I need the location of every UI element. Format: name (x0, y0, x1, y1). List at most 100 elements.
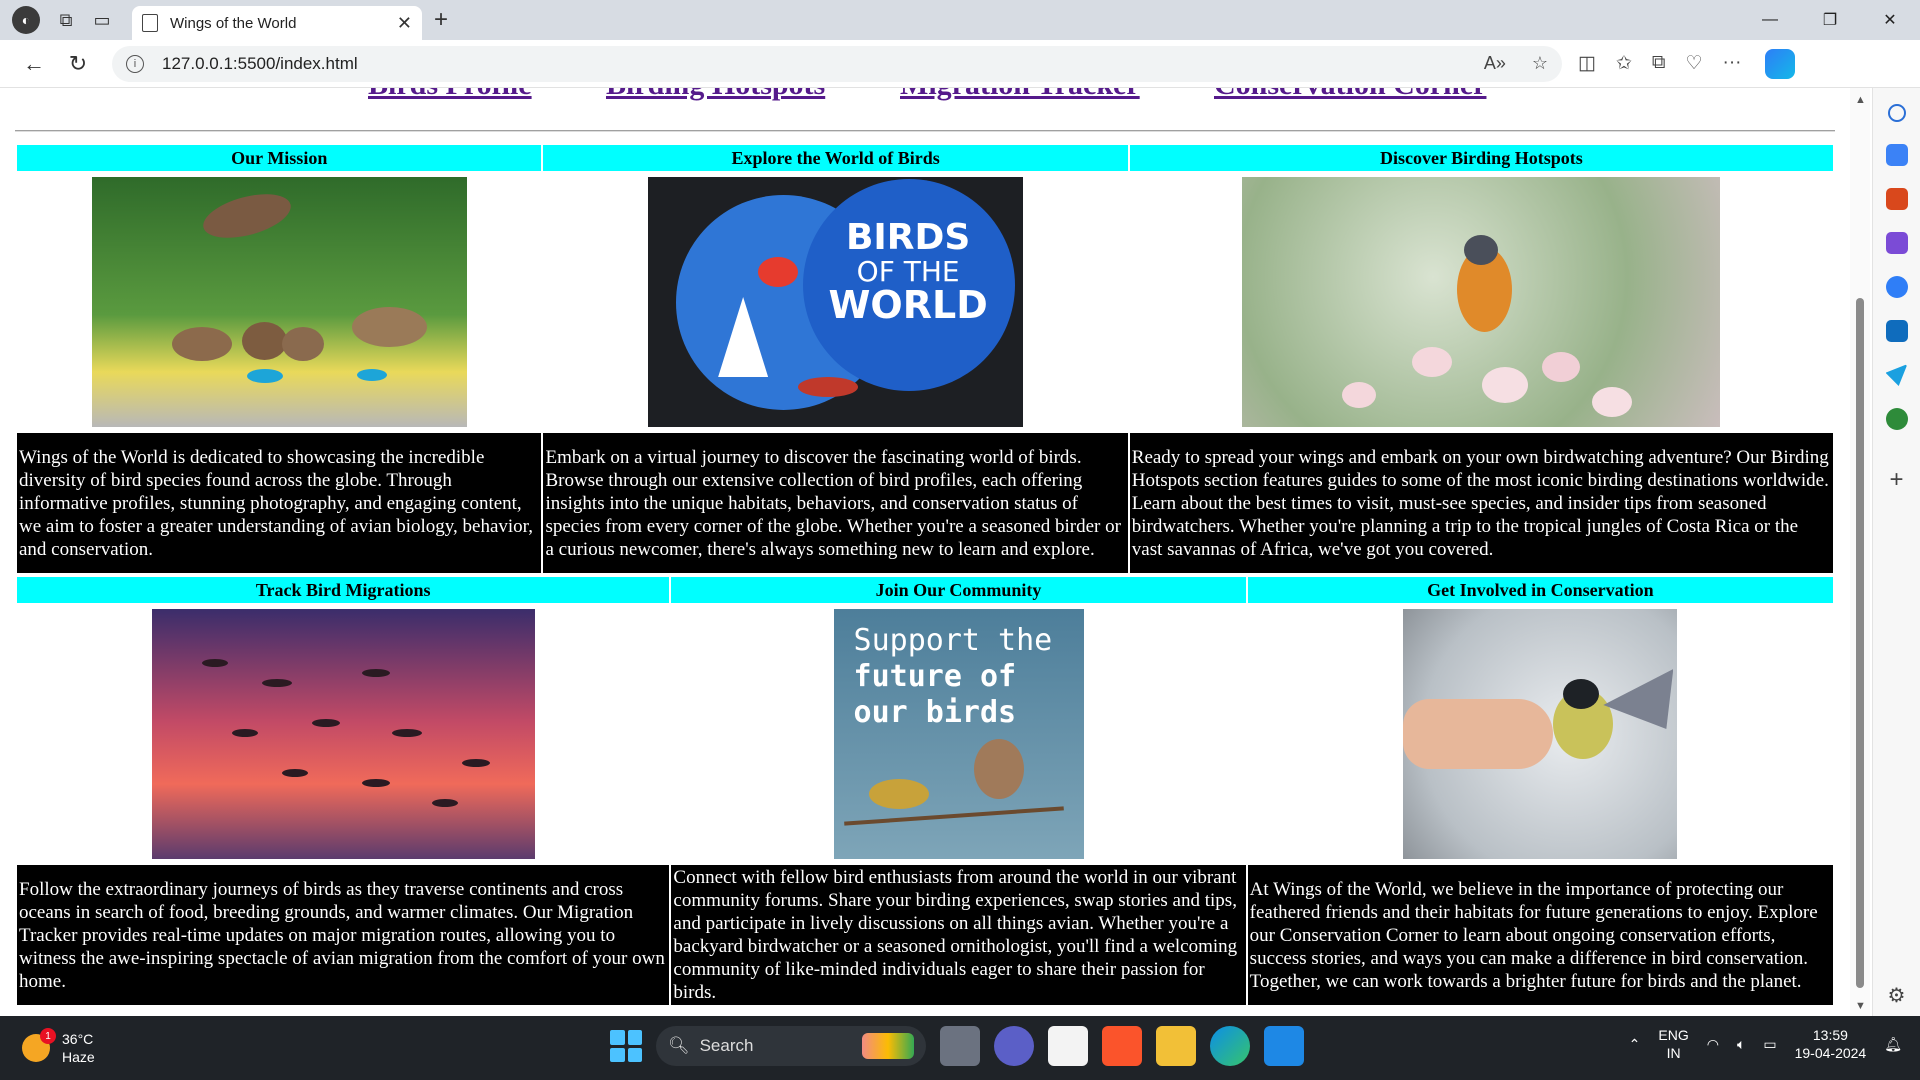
favorites-icon[interactable]: ✩ (1616, 52, 1632, 75)
sidebar-settings-icon[interactable]: ⚙ (1888, 983, 1906, 1008)
section-heading-conservation: Get Involved in Conservation (1247, 577, 1833, 603)
address-toolbar: ← ↻ i 127.0.0.1:5500/index.html A» ☆ ◫ ✩… (0, 40, 1920, 88)
page-scrollbar[interactable]: ▲ ▼ (1850, 88, 1870, 1016)
clock[interactable]: 13:59 19-04-2024 (1795, 1026, 1867, 1062)
nav-link-birds-profile[interactable]: Birds Profile (368, 88, 532, 102)
lang-top: ENG (1658, 1027, 1689, 1043)
redstart-blossom-image (1242, 177, 1721, 427)
sidebar-games-icon[interactable] (1885, 232, 1908, 254)
split-screen-icon[interactable]: ◫ (1578, 52, 1596, 75)
page-icon (142, 14, 158, 32)
section-heading-hotspots: Discover Birding Hotspots (1129, 145, 1833, 171)
support-line-3: our birds (853, 695, 1017, 730)
section-text-mission: Wings of the World is dedicated to showc… (17, 433, 542, 573)
tab-close-button[interactable]: ✕ (397, 13, 412, 34)
divider (15, 130, 1835, 132)
migrating-geese-image (151, 609, 535, 859)
section-heading-explore: Explore the World of Birds (543, 145, 1128, 171)
support-image-text: Support the future of our birds (854, 623, 1053, 731)
profile-avatar[interactable]: ◐ (12, 6, 40, 34)
birds-of-the-world-logo-image: BIRDS OF THE WORLD (648, 177, 1024, 427)
battery-icon[interactable]: ▭ (1763, 1036, 1776, 1053)
nav-link-conservation-corner[interactable]: Conservation Corner (1214, 88, 1486, 102)
browser-tab[interactable]: Wings of the World ✕ (132, 6, 422, 40)
page-viewport: Birds Profile Birding Hotspots Migration… (0, 88, 1850, 1016)
volume-icon[interactable]: 🔈︎ (1737, 1036, 1745, 1053)
vscode-icon[interactable] (1264, 1026, 1304, 1066)
url-text[interactable]: 127.0.0.1:5500/index.html (162, 54, 1484, 74)
notification-bell-icon[interactable]: 🔔︎ (1884, 1036, 1902, 1053)
taskbar-search[interactable]: 🔍︎ Search (656, 1026, 926, 1066)
weather-temp: 36°C (62, 1031, 94, 1047)
site-info-icon[interactable]: i (126, 54, 144, 73)
sections-table-row2: Track Bird Migrations Join Our Community… (15, 575, 1835, 1007)
sidebar-outlook-icon[interactable] (1885, 320, 1908, 342)
section-text-migrations: Follow the extraordinary journeys of bir… (17, 865, 670, 1005)
section-heading-mission: Our Mission (17, 145, 542, 171)
browser-tab-bar: ◐ ⧉ ▭ Wings of the World ✕ + — ❐ ✕ (0, 0, 1920, 40)
start-button[interactable] (610, 1030, 642, 1062)
sidebar-search-icon[interactable] (1887, 104, 1906, 122)
section-text-community: Connect with fellow bird enthusiasts fro… (671, 865, 1246, 1005)
scroll-up-icon[interactable]: ▲ (1855, 94, 1866, 106)
sidebar-send-icon[interactable] (1885, 364, 1908, 386)
clock-time: 13:59 (1812, 1027, 1848, 1043)
sidebar-copilot-app-icon[interactable] (1885, 276, 1908, 298)
scroll-down-icon[interactable]: ▼ (1855, 1000, 1866, 1012)
brave-icon[interactable] (1102, 1026, 1142, 1066)
new-tab-button[interactable]: + (434, 6, 448, 34)
logo-text-world: WORLD (828, 283, 988, 328)
search-icon: 🔍︎ (668, 1036, 690, 1055)
tab-actions-icon[interactable]: ▭ (84, 2, 120, 38)
weather-widget[interactable]: 1 36°C Haze (22, 1028, 95, 1066)
sections-table-row1: Our Mission Explore the World of Birds D… (15, 143, 1835, 575)
weather-badge: 1 (40, 1028, 56, 1044)
language-indicator[interactable]: ENG IN (1658, 1026, 1688, 1062)
browser-essentials-icon[interactable]: ♡ (1685, 52, 1702, 75)
back-button[interactable]: ← (12, 44, 56, 84)
bird-feeding-hand-image (1403, 609, 1678, 859)
collections-icon[interactable]: ⧉ (1652, 52, 1666, 75)
more-menu-icon[interactable]: ··· (1723, 52, 1742, 75)
store-icon[interactable] (1048, 1026, 1088, 1066)
read-aloud-icon[interactable]: A» (1484, 53, 1506, 74)
mission-sparrows-image (91, 177, 467, 427)
support-line-1: Support the (853, 623, 1053, 658)
search-label: Search (699, 1036, 754, 1055)
workspaces-icon[interactable]: ⧉ (48, 2, 84, 38)
address-bar[interactable]: i 127.0.0.1:5500/index.html A» ☆ (112, 45, 1562, 82)
nav-link-birding-hotspots[interactable]: Birding Hotspots (606, 88, 825, 102)
search-highlight-icon (862, 1033, 914, 1059)
restore-button[interactable]: ❐ (1800, 0, 1860, 40)
sidebar-tools-icon[interactable] (1885, 188, 1908, 210)
favorite-star-icon[interactable]: ☆ (1532, 53, 1548, 74)
sidebar-add-icon[interactable]: + (1889, 466, 1903, 494)
tab-title: Wings of the World (170, 14, 297, 32)
refresh-button[interactable]: ↻ (56, 44, 100, 84)
file-explorer-icon[interactable] (1156, 1026, 1196, 1066)
logo-text-birds: BIRDS (845, 217, 971, 258)
scroll-thumb[interactable] (1856, 298, 1864, 988)
section-text-conservation: At Wings of the World, we believe in the… (1247, 865, 1833, 1005)
copilot-icon[interactable] (1765, 48, 1796, 79)
edge-icon[interactable] (1210, 1026, 1250, 1066)
task-view-icon[interactable] (940, 1026, 980, 1066)
sidebar-tree-icon[interactable] (1885, 408, 1908, 430)
site-nav: Birds Profile Birding Hotspots Migration… (0, 88, 1850, 114)
close-window-button[interactable]: ✕ (1860, 0, 1920, 40)
logo-text-of-the: OF THE (856, 254, 960, 288)
nav-link-migration-tracker[interactable]: Migration Tracker (900, 88, 1140, 102)
wifi-icon[interactable]: ◠ (1707, 1036, 1719, 1053)
tray-chevron-icon[interactable]: ⌃ (1629, 1036, 1641, 1053)
windows-taskbar: 1 36°C Haze 🔍︎ Search ⌃ ENG IN ◠ 🔈︎ ▭ 13… (0, 1016, 1920, 1080)
lang-bottom: IN (1666, 1045, 1681, 1061)
weather-desc: Haze (62, 1049, 95, 1065)
minimize-button[interactable]: — (1740, 0, 1800, 40)
section-text-hotspots: Ready to spread your wings and embark on… (1129, 433, 1833, 573)
section-text-explore: Embark on a virtual journey to discover … (543, 433, 1128, 573)
sidebar-shopping-icon[interactable] (1885, 144, 1908, 166)
weather-sun-icon: 1 (22, 1028, 56, 1062)
teams-icon[interactable] (994, 1026, 1034, 1066)
section-heading-migrations: Track Bird Migrations (17, 577, 670, 603)
edge-sidebar: + ⚙ (1872, 88, 1920, 1016)
